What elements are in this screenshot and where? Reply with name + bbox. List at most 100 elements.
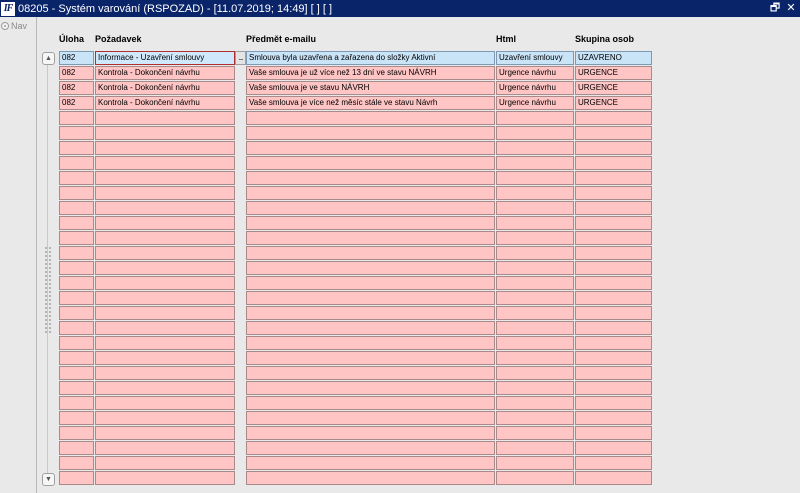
cell-pozadavek[interactable] [95, 336, 235, 350]
cell-skupina[interactable] [575, 156, 652, 170]
table-row[interactable] [59, 411, 652, 426]
cell-pozadavek[interactable] [95, 216, 235, 230]
table-row[interactable] [59, 471, 652, 486]
nav-radio[interactable]: Nav [1, 21, 27, 31]
cell-uloha[interactable] [59, 351, 94, 365]
table-row[interactable] [59, 201, 652, 216]
cell-skupina[interactable] [575, 366, 652, 380]
record-scrollbar[interactable]: ▲ ▼ [40, 49, 55, 489]
cell-skupina[interactable] [575, 111, 652, 125]
cell-skupina[interactable]: UZAVRENO [575, 51, 652, 65]
table-row[interactable] [59, 246, 652, 261]
cell-uloha[interactable] [59, 246, 94, 260]
cell-predmet[interactable] [246, 411, 495, 425]
cell-uloha[interactable] [59, 456, 94, 470]
cell-skupina[interactable] [575, 456, 652, 470]
cell-html[interactable] [496, 471, 574, 485]
cell-pozadavek[interactable] [95, 186, 235, 200]
cell-pozadavek[interactable] [95, 141, 235, 155]
table-row[interactable] [59, 321, 652, 336]
cell-html[interactable] [496, 186, 574, 200]
table-row[interactable] [59, 276, 652, 291]
cell-html[interactable] [496, 246, 574, 260]
cell-skupina[interactable] [575, 351, 652, 365]
cell-predmet[interactable] [246, 141, 495, 155]
table-row[interactable] [59, 291, 652, 306]
cell-uloha[interactable] [59, 306, 94, 320]
cell-uloha[interactable] [59, 141, 94, 155]
cell-uloha[interactable] [59, 276, 94, 290]
cell-html[interactable] [496, 441, 574, 455]
cell-pozadavek[interactable] [95, 366, 235, 380]
cell-uloha[interactable] [59, 126, 94, 140]
list-of-values-button[interactable]: ... [235, 51, 246, 65]
cell-predmet[interactable] [246, 276, 495, 290]
table-row[interactable] [59, 231, 652, 246]
cell-pozadavek[interactable] [95, 441, 235, 455]
cell-skupina[interactable] [575, 141, 652, 155]
cell-skupina[interactable] [575, 321, 652, 335]
cell-predmet[interactable]: Smlouva byla uzavřena a zařazena do slož… [246, 51, 495, 65]
cell-pozadavek[interactable]: Kontrola - Dokončení návrhu [95, 96, 235, 110]
cell-uloha[interactable] [59, 231, 94, 245]
cell-pozadavek[interactable] [95, 381, 235, 395]
cell-skupina[interactable] [575, 276, 652, 290]
cell-html[interactable] [496, 111, 574, 125]
cell-skupina[interactable] [575, 426, 652, 440]
table-row[interactable] [59, 171, 652, 186]
cell-predmet[interactable] [246, 231, 495, 245]
cell-uloha[interactable]: 082 [59, 66, 94, 80]
cell-html[interactable]: Urgence návrhu [496, 66, 574, 80]
table-row[interactable] [59, 441, 652, 456]
table-row[interactable] [59, 366, 652, 381]
cell-skupina[interactable]: URGENCE [575, 66, 652, 80]
table-row[interactable]: 082 Informace - Uzavření smlouvy Smlouva b… [59, 51, 652, 66]
cell-pozadavek[interactable] [95, 276, 235, 290]
cell-html[interactable] [496, 126, 574, 140]
cell-skupina[interactable] [575, 126, 652, 140]
cell-predmet[interactable] [246, 321, 495, 335]
cell-pozadavek[interactable] [95, 126, 235, 140]
cell-html[interactable]: Urgence návrhu [496, 96, 574, 110]
cell-predmet[interactable] [246, 351, 495, 365]
cell-uloha[interactable] [59, 366, 94, 380]
cell-html[interactable] [496, 261, 574, 275]
cell-uloha[interactable] [59, 291, 94, 305]
cell-skupina[interactable] [575, 171, 652, 185]
scroll-up-button[interactable]: ▲ [42, 52, 55, 65]
cell-predmet[interactable] [246, 111, 495, 125]
table-row[interactable] [59, 456, 652, 471]
cell-predmet[interactable] [246, 126, 495, 140]
scroll-down-button[interactable]: ▼ [42, 473, 55, 486]
cell-html[interactable] [496, 396, 574, 410]
cell-skupina[interactable] [575, 261, 652, 275]
cell-pozadavek[interactable] [95, 411, 235, 425]
cell-uloha[interactable]: 082 [59, 81, 94, 95]
cell-predmet[interactable] [246, 396, 495, 410]
cell-html[interactable] [496, 321, 574, 335]
table-row[interactable]: 082 Kontrola - Dokončení návrhu Vaše smlou… [59, 96, 652, 111]
cell-uloha[interactable] [59, 186, 94, 200]
cell-skupina[interactable] [575, 291, 652, 305]
cell-uloha[interactable] [59, 216, 94, 230]
table-row[interactable] [59, 111, 652, 126]
cell-pozadavek[interactable] [95, 456, 235, 470]
cell-pozadavek[interactable] [95, 291, 235, 305]
table-row[interactable] [59, 261, 652, 276]
cell-pozadavek[interactable] [95, 471, 235, 485]
cell-predmet[interactable] [246, 471, 495, 485]
cell-uloha[interactable] [59, 336, 94, 350]
cell-skupina[interactable] [575, 336, 652, 350]
cell-pozadavek[interactable]: Kontrola - Dokončení návrhu [95, 81, 235, 95]
cell-uloha[interactable] [59, 171, 94, 185]
cell-uloha[interactable] [59, 201, 94, 215]
cell-uloha[interactable] [59, 426, 94, 440]
cell-uloha[interactable] [59, 396, 94, 410]
cell-html[interactable] [496, 171, 574, 185]
cell-pozadavek[interactable]: Kontrola - Dokončení návrhu [95, 66, 235, 80]
cell-predmet[interactable] [246, 426, 495, 440]
cell-predmet[interactable] [246, 246, 495, 260]
cell-skupina[interactable] [575, 411, 652, 425]
table-row[interactable]: 082 Kontrola - Dokončení návrhu Vaše smlou… [59, 66, 652, 81]
cell-predmet[interactable] [246, 216, 495, 230]
